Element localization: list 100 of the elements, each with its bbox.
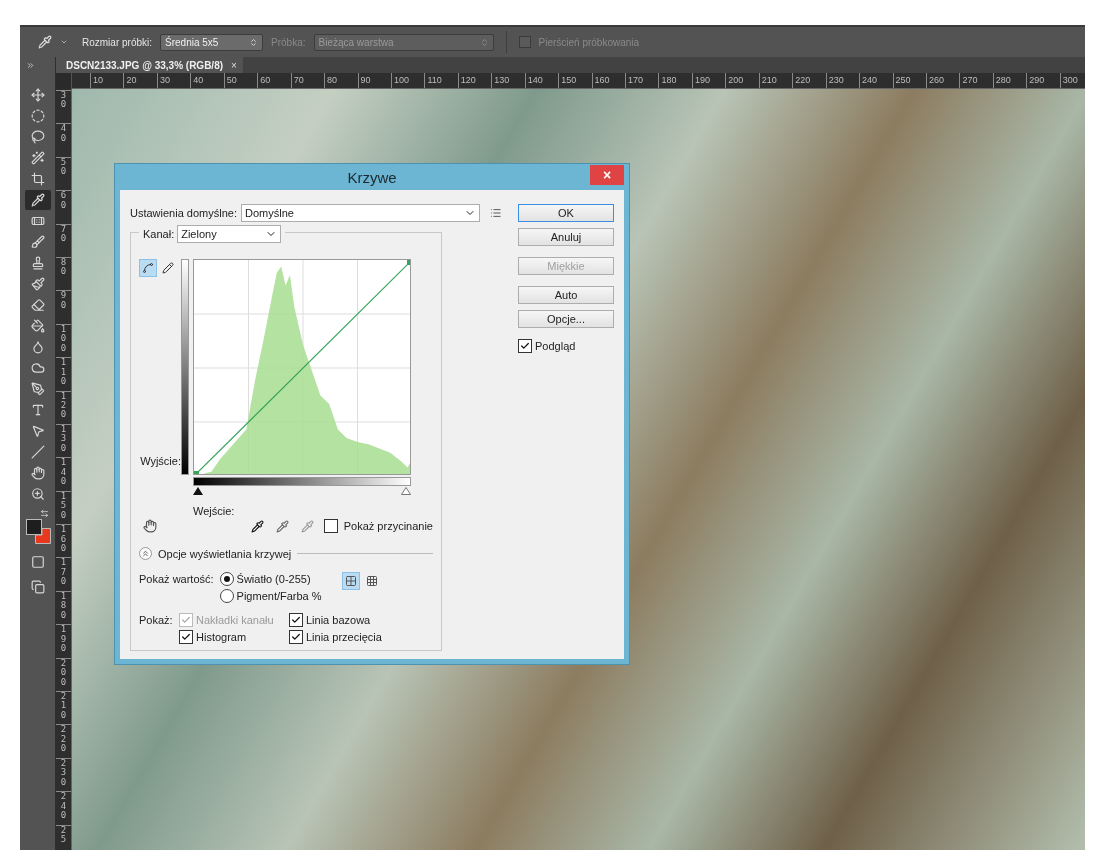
tool-button[interactable] — [24, 190, 51, 210]
checkbox[interactable] — [289, 630, 303, 644]
section-title: Opcje wyświetlania krzywej — [158, 547, 292, 560]
ruler-label: 210 — [60, 692, 67, 722]
channel-select[interactable]: Zielony — [177, 225, 282, 243]
screen-mode-icon — [30, 580, 45, 594]
checkbox[interactable] — [289, 613, 303, 627]
preset-select[interactable]: Domyślne — [241, 204, 481, 222]
dialog-button[interactable]: Auto — [518, 286, 614, 304]
radio-label: Światło (0-255) — [236, 573, 311, 585]
sample-size-label: Rozmiar próbki: — [82, 36, 153, 48]
radio-button[interactable] — [219, 589, 234, 603]
move-icon — [30, 88, 45, 102]
ruler-label: 290 — [1026, 73, 1060, 88]
sample-size-select[interactable]: Średnia 5x5 — [160, 33, 264, 51]
ruler-label: 210 — [758, 73, 793, 88]
dialog-button[interactable]: OK — [518, 204, 614, 222]
radio-button[interactable] — [219, 572, 234, 586]
hand-icon[interactable] — [143, 519, 157, 533]
show-amount-label: Pokaż wartość: — [139, 572, 214, 587]
clipping-checkbox[interactable] — [323, 519, 338, 533]
updown-icon — [479, 37, 489, 47]
checkbox-label: Linia przecięcia — [306, 631, 382, 643]
brush-icon — [30, 235, 45, 249]
eyedropper-icon[interactable] — [250, 519, 264, 533]
updown-icon — [249, 37, 259, 47]
ruler-label: 230 — [825, 73, 860, 88]
hand-icon — [30, 466, 45, 480]
ruler-label: 140 — [60, 458, 67, 489]
color-swatch[interactable] — [25, 519, 42, 535]
ruler-label: 10 — [90, 73, 124, 88]
radio-label: Pigment/Farba % — [236, 590, 322, 602]
shadow-slider-handle[interactable] — [193, 487, 203, 495]
preset-label: Ustawienia domyślne: — [130, 207, 237, 219]
ruler-label: 110 — [60, 358, 67, 388]
ruler-label: 70 — [60, 224, 67, 245]
ruler-label: 190 — [691, 73, 726, 88]
ruler-label: 90 — [60, 291, 67, 312]
checkbox[interactable] — [179, 630, 193, 644]
ruler-label: 170 — [60, 558, 67, 589]
grid-button[interactable] — [341, 572, 360, 590]
dialog-button[interactable]: Anuluj — [518, 228, 614, 246]
ruler-label: 240 — [859, 73, 893, 88]
dialog-title: Krzywe — [347, 168, 397, 186]
ruler-label: 180 — [658, 73, 692, 88]
ruler-label: 60 — [60, 191, 67, 212]
preset-menu-icon[interactable] — [490, 207, 502, 219]
ruler-label: 180 — [60, 591, 67, 622]
crop-icon — [30, 172, 45, 186]
ruler-label: 60 — [257, 73, 291, 88]
eyedropper-icon — [30, 193, 45, 207]
ruler-label: 110 — [424, 73, 458, 88]
checkbox-label: Linia bazowa — [306, 614, 371, 626]
ruler-label: 20 — [123, 73, 157, 88]
pencil-icon — [162, 262, 174, 274]
ruler-label: 170 — [625, 73, 659, 88]
paintbrush-icon — [30, 277, 45, 291]
ruler-label: 140 — [524, 73, 559, 88]
ruler-label: 250 — [892, 73, 926, 88]
ruler-label: 30 — [156, 73, 191, 88]
caret-icon[interactable] — [60, 38, 68, 46]
curve-tool-button[interactable] — [139, 259, 157, 277]
ruler-label: 40 — [190, 73, 224, 88]
curve-graph[interactable] — [193, 259, 411, 475]
type-icon — [30, 403, 45, 417]
stamp-icon — [30, 256, 45, 270]
dialog-button[interactable]: Opcje... — [518, 310, 614, 328]
ruler-label: 40 — [60, 124, 67, 145]
check-icon — [520, 341, 530, 351]
ruler-label: 270 — [959, 73, 993, 88]
ruler-label: 240 — [60, 792, 67, 823]
output-label: Wyjście: — [140, 455, 181, 467]
swap-colors-icon[interactable] — [40, 509, 49, 518]
ruler-label: 220 — [792, 73, 826, 88]
ruler-label: 30 — [60, 91, 67, 112]
ruler-label: 80 — [60, 257, 67, 279]
lasso-icon — [30, 130, 45, 144]
tab-close-button[interactable]: × — [231, 59, 237, 71]
close-button[interactable]: × — [590, 165, 624, 185]
ruler-label: 90 — [357, 73, 391, 88]
ruler-label: 130 — [60, 424, 67, 455]
ruler-label: 150 — [558, 73, 592, 88]
zoom-icon — [30, 487, 45, 501]
ruler-label: 200 — [725, 73, 759, 88]
show-label: Pokaż: — [139, 614, 174, 626]
curve-icon — [142, 262, 154, 274]
curve-tool-button[interactable] — [159, 259, 177, 277]
pointer-icon — [30, 424, 45, 438]
ruler-label: 160 — [591, 73, 625, 88]
preview-checkbox[interactable] — [518, 339, 532, 353]
expand-panel-icon[interactable] — [26, 61, 35, 70]
ruler-label: 120 — [60, 391, 67, 422]
eraser-icon — [30, 298, 45, 312]
ruler-label: 220 — [60, 725, 67, 756]
collapse-button[interactable] — [139, 547, 152, 560]
document-tab[interactable]: DSCN2133.JPG @ 33,3% (RGB/8) × — [56, 57, 243, 73]
input-label: Wejście: — [193, 505, 236, 517]
ruler-label: 100 — [390, 73, 425, 88]
channel-label: Kanał: — [143, 228, 175, 240]
ruler-label: 130 — [491, 73, 525, 88]
